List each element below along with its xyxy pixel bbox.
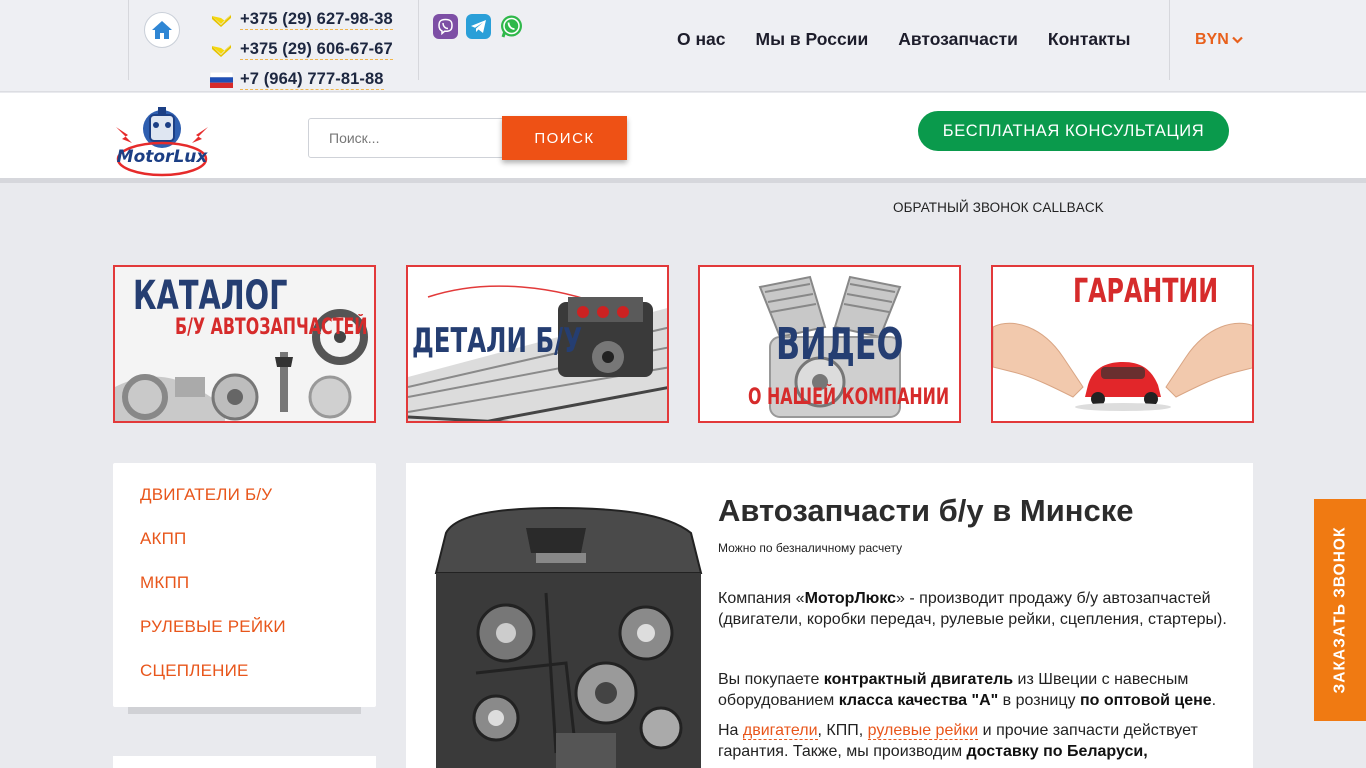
banner-title: ДЕТАЛИ Б/У	[412, 321, 582, 361]
top-bar: +375 (29) 627-98-38 +375 (29) 606-67-67 …	[0, 0, 1366, 92]
guarantee-paragraph: На двигатели, КПП, рулевые рейки и прочи…	[718, 722, 1198, 760]
nav-russia[interactable]: Мы в России	[756, 29, 869, 50]
phone-item: +375 (29) 627-98-38	[210, 5, 393, 35]
nav-autoparts[interactable]: Автозапчасти	[898, 29, 1018, 50]
phone-item: +375 (29) 606-67-67	[210, 35, 393, 65]
sidebar-item-steering-racks: РУЛЕВЫЕ РЕЙКИ	[113, 617, 376, 661]
motorlux-logo[interactable]: MotorLux	[112, 99, 212, 179]
category-sidebar: ДВИГАТЕЛИ Б/У АКПП МКПП РУЛЕВЫЕ РЕЙКИ СЦ…	[113, 463, 376, 707]
phone-link[interactable]: +375 (29) 606-67-67	[240, 40, 393, 60]
order-call-label: ЗАКАЗАТЬ ЗВОНОК	[1331, 526, 1349, 694]
page-title: Автозапчасти б/у в Минске	[718, 493, 1134, 528]
home-icon	[152, 21, 172, 39]
phone-link[interactable]: +7 (964) 777-81-88	[240, 70, 384, 90]
main-content: Автозапчасти б/у в Минске Можно по безна…	[406, 463, 1253, 768]
sidebar-link[interactable]: РУЛЕВЫЕ РЕЙКИ	[140, 617, 286, 636]
phone-list: +375 (29) 627-98-38 +375 (29) 606-67-67 …	[210, 5, 393, 95]
sidebar-link[interactable]: МКПП	[140, 573, 189, 592]
intro-paragraph: Компания «МоторЛюкс» - производит продаж…	[718, 590, 1227, 628]
divider	[128, 0, 129, 80]
sidebar-item-akpp: АКПП	[113, 529, 376, 573]
divider	[1169, 0, 1170, 80]
currency-selector[interactable]: BYN	[1195, 31, 1243, 49]
logo-text: MotorLux	[117, 147, 209, 167]
telegram-icon[interactable]	[466, 14, 491, 39]
nav-contacts[interactable]: Контакты	[1048, 29, 1131, 50]
sidebar-item-clutch: СЦЕПЛЕНИЕ	[113, 661, 376, 705]
viber-icon[interactable]	[433, 14, 458, 39]
divider	[418, 0, 419, 80]
sidebar-shadow	[128, 707, 361, 714]
banner-video[interactable]: ВИДЕО О НАШЕЙ КОМПАНИИ	[698, 265, 961, 423]
chevron-down-icon	[1232, 36, 1243, 44]
callback-link[interactable]: ОБРАТНЫЙ ЗВОНОК CALLBACK	[893, 200, 1104, 215]
sidebar-item-mkpp: МКПП	[113, 573, 376, 617]
banner-guarantees[interactable]: ГАРАНТИИ	[991, 265, 1254, 423]
sidebar-link[interactable]: ДВИГАТЕЛИ Б/У	[140, 485, 272, 504]
sidebar-link[interactable]: АКПП	[140, 529, 186, 548]
free-consultation-button[interactable]: БЕСПЛАТНАЯ КОНСУЛЬТАЦИЯ	[918, 111, 1229, 151]
nav-about[interactable]: О нас	[677, 29, 726, 50]
banner-subtitle: Б/У АВТОЗАПЧАСТЕЙ	[175, 315, 368, 340]
banner-used-parts[interactable]: ДЕТАЛИ Б/У	[406, 265, 669, 423]
engines-link[interactable]: двигатели	[742, 722, 818, 740]
messenger-links	[433, 14, 524, 39]
page-subtitle: Можно по безналичному расчету	[718, 541, 903, 555]
whatsapp-icon[interactable]	[499, 14, 524, 39]
sidebar-item-engines: ДВИГАТЕЛИ Б/У	[113, 485, 376, 529]
banner-subtitle: О НАШЕЙ КОМПАНИИ	[748, 385, 950, 410]
steering-racks-link[interactable]: рулевые рейки	[867, 722, 979, 740]
banner-title: КАТАЛОГ	[133, 273, 288, 319]
phone-item: +7 (964) 777-81-88	[210, 65, 393, 95]
sidebar-secondary-block	[113, 756, 376, 768]
search-button[interactable]: ПОИСК	[502, 116, 627, 160]
phone-link[interactable]: +375 (29) 627-98-38	[240, 10, 393, 30]
home-button[interactable]	[144, 12, 180, 48]
search-input[interactable]	[308, 118, 504, 158]
order-call-button[interactable]: ЗАКАЗАТЬ ЗВОНОК	[1314, 499, 1366, 721]
banner-title: ГАРАНТИИ	[1073, 271, 1219, 310]
banner-title: ВИДЕО	[776, 319, 904, 370]
engine-image	[434, 506, 703, 768]
currency-label: BYN	[1195, 31, 1229, 48]
offer-paragraph: Вы покупаете контрактный двигатель из Шв…	[718, 671, 1217, 709]
site-header: MotorLux ПОИСК БЕСПЛАТНАЯ КОНСУЛЬТАЦИЯ	[0, 93, 1366, 183]
banner-catalog[interactable]: КАТАЛОГ Б/У АВТОЗАПЧАСТЕЙ	[113, 265, 376, 423]
velcom-icon	[212, 44, 231, 57]
sidebar-link[interactable]: СЦЕПЛЕНИЕ	[140, 661, 249, 680]
russia-flag-icon	[210, 72, 233, 88]
main-nav: О нас Мы в России Автозапчасти Контакты	[677, 29, 1160, 50]
velcom-icon	[212, 14, 231, 27]
